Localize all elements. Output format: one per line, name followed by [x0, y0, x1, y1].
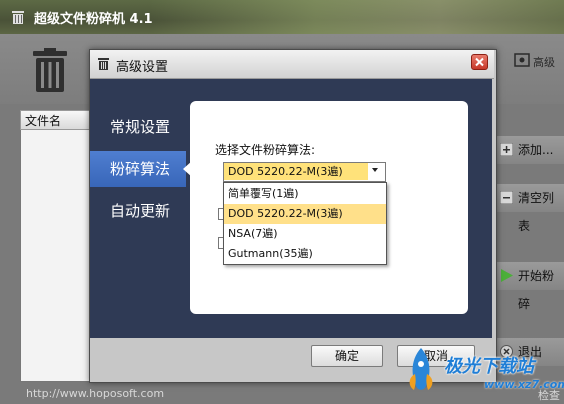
- dialog-title: 高级设置: [116, 60, 169, 75]
- algorithm-option[interactable]: 简单覆写(1遍): [224, 184, 386, 204]
- trash-icon[interactable]: [30, 48, 70, 94]
- dialog-close-button[interactable]: [471, 54, 488, 70]
- start-shred-button[interactable]: 开始粉碎: [496, 262, 564, 311]
- watermark-url: www.xz7.com: [484, 378, 564, 391]
- algorithm-option-selected[interactable]: DOD 5220.22-M(3遍): [224, 204, 386, 224]
- add-button[interactable]: 添加...: [496, 136, 564, 164]
- watermark-logo-icon: [409, 348, 433, 390]
- trash-app-icon: [98, 58, 109, 70]
- website-link[interactable]: http://www.hoposoft.com: [26, 387, 164, 400]
- add-button-label: 添加...: [518, 143, 554, 157]
- close-icon: [475, 57, 484, 67]
- settings-icon[interactable]: [514, 53, 530, 67]
- plus-icon: [500, 143, 513, 156]
- algorithm-select-value[interactable]: DOD 5220.22-M(3遍): [224, 163, 368, 180]
- nav-auto-update[interactable]: 自动更新: [90, 193, 186, 229]
- main-window-title: 超级文件粉碎机 4.1: [34, 12, 153, 27]
- minus-icon: [500, 191, 513, 204]
- play-icon: [501, 269, 513, 282]
- ok-button[interactable]: 确定: [311, 345, 383, 367]
- file-name-column-header[interactable]: 文件名: [20, 110, 98, 130]
- algorithm-option[interactable]: Gutmann(35遍): [224, 244, 386, 264]
- clear-list-button[interactable]: 清空列表: [496, 184, 564, 233]
- chevron-down-icon[interactable]: [372, 168, 378, 172]
- nav-shred-algorithm[interactable]: 粉碎算法: [90, 151, 186, 187]
- nav-selection-pointer: [183, 161, 192, 177]
- advanced-settings-label[interactable]: 高级: [533, 54, 555, 70]
- nav-general-settings[interactable]: 常规设置: [90, 109, 186, 145]
- watermark-text: 极光下载站: [444, 356, 534, 377]
- algorithm-label: 选择文件粉碎算法:: [215, 143, 316, 157]
- trash-app-icon: [12, 11, 24, 24]
- algorithm-option[interactable]: NSA(7遍): [224, 224, 386, 244]
